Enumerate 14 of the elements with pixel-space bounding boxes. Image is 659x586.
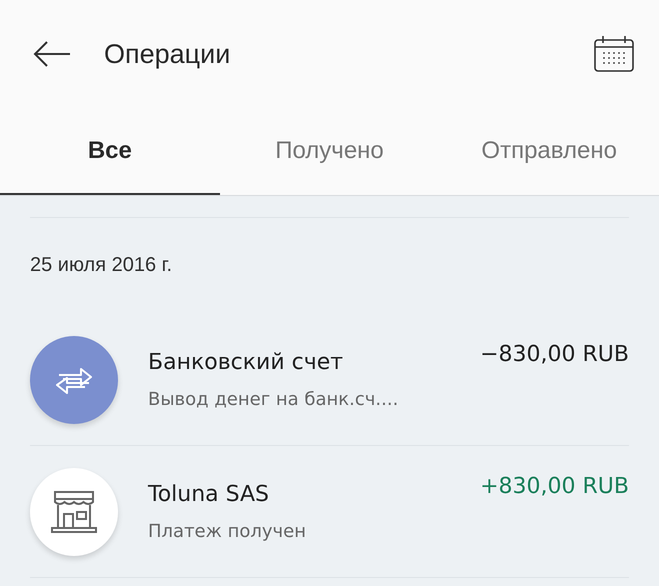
date-heading: 25 июля 2016 г. (29, 253, 174, 278)
transaction-description: Платеж получен (148, 520, 307, 542)
calendar-icon[interactable] (593, 35, 635, 73)
transaction-amount: +830,00 RUB (480, 474, 629, 499)
filter-tab[interactable]: Отправлено (439, 108, 659, 195)
storefront-icon (51, 490, 97, 534)
filter-tab[interactable]: Все (0, 108, 220, 195)
back-arrow-icon[interactable] (32, 40, 72, 68)
transaction-description: Вывод денег на банк.сч.... (148, 388, 400, 410)
transaction-amount: −830,00 RUB (480, 342, 629, 367)
filter-tab[interactable]: Получено (220, 108, 440, 195)
transaction-title: Банковский счет (148, 350, 344, 374)
transaction-title: Toluna SAS (148, 482, 270, 506)
screen-title: Операции (104, 38, 232, 70)
